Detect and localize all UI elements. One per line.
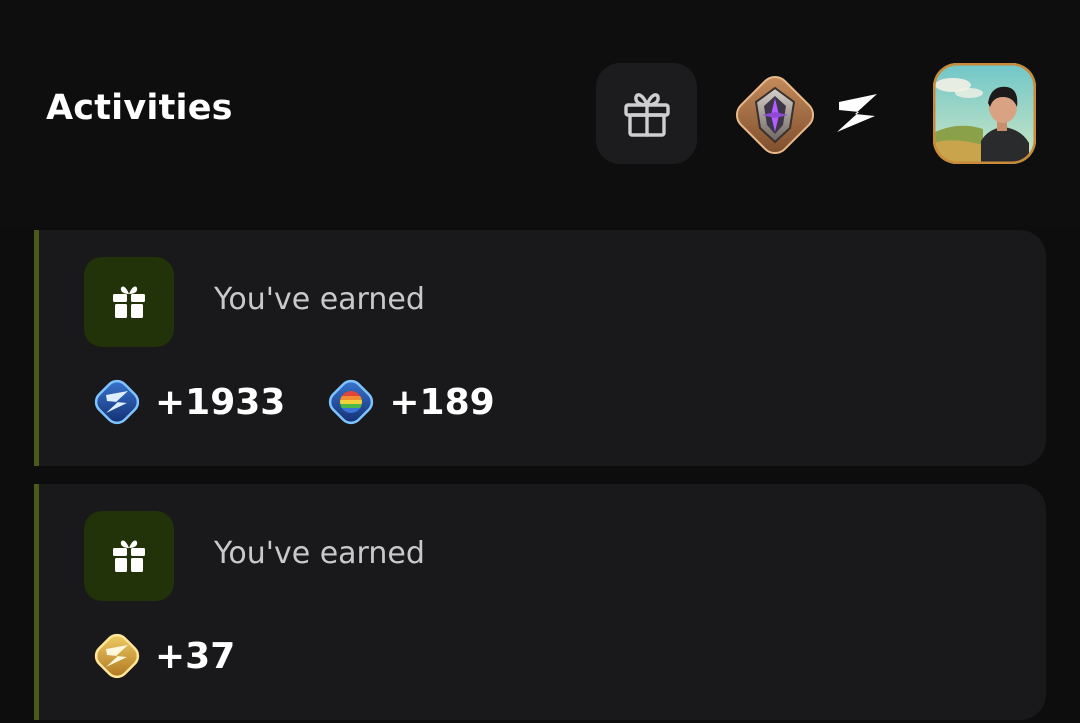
- reward-amount: +1933: [155, 381, 286, 423]
- rainbow-gem-coin-icon: [329, 379, 374, 425]
- reward-item: +189: [323, 374, 495, 430]
- activity-icon-tile: [84, 257, 174, 347]
- page-title: Activities: [46, 88, 233, 128]
- rank-badge-icon[interactable]: [728, 68, 822, 162]
- reward-amount: +189: [389, 381, 495, 423]
- brand-bolt-icon[interactable]: [833, 88, 883, 138]
- rewards-row: +37: [89, 628, 273, 684]
- reward-item: +37: [89, 628, 235, 684]
- activity-card[interactable]: You've earned +1933 +189: [34, 230, 1046, 466]
- gift-icon: [113, 540, 145, 572]
- activity-title: You've earned: [214, 536, 425, 571]
- reward-amount: +37: [155, 635, 236, 677]
- app-header: Activities: [0, 0, 1080, 226]
- activity-list: You've earned +1933 +189 You've earned +…: [0, 226, 1080, 723]
- reward-item: +1933: [89, 374, 285, 430]
- blue-bolt-coin-icon: [94, 379, 140, 425]
- activity-card[interactable]: You've earned +37: [34, 484, 1046, 720]
- gold-bolt-coin-icon: [94, 633, 140, 679]
- gift-button[interactable]: [596, 63, 697, 164]
- user-avatar[interactable]: [933, 63, 1036, 164]
- activity-icon-tile: [84, 511, 174, 601]
- gift-icon: [113, 286, 145, 318]
- rewards-row: +1933 +189: [89, 374, 533, 430]
- gift-icon: [623, 92, 670, 137]
- activity-title: You've earned: [214, 282, 425, 317]
